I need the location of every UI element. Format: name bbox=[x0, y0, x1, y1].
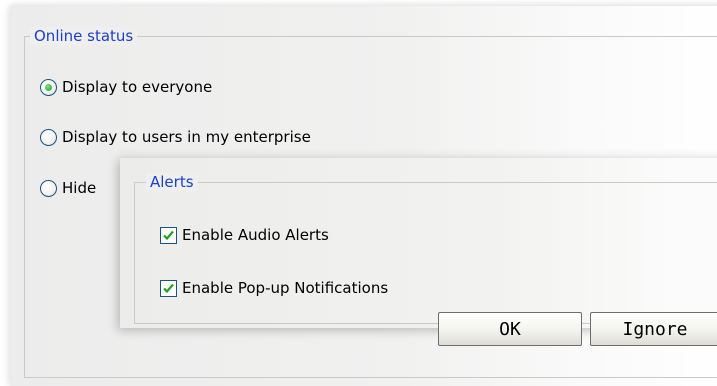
checkbox-label: Enable Audio Alerts bbox=[182, 226, 329, 244]
checkbox-checked-icon[interactable] bbox=[160, 279, 177, 297]
radio-label: Display to users in my enterprise bbox=[62, 128, 311, 146]
ok-button[interactable]: OK bbox=[438, 312, 582, 346]
ignore-button[interactable]: Ignore bbox=[590, 312, 717, 346]
checkbox-popup-notifications[interactable]: Enable Pop-up Notifications bbox=[160, 277, 388, 299]
radio-hide[interactable]: Hide bbox=[40, 177, 96, 199]
radio-label: Hide bbox=[62, 179, 97, 197]
radio-label: Display to everyone bbox=[62, 78, 213, 96]
online-status-legend: Online status bbox=[30, 27, 138, 45]
radio-display-enterprise[interactable]: Display to users in my enterprise bbox=[40, 126, 311, 148]
radio-selected-icon[interactable] bbox=[40, 78, 57, 96]
alerts-panel: Alerts Enable Audio Alerts Enable Pop-up… bbox=[120, 158, 717, 328]
alerts-legend: Alerts bbox=[146, 173, 198, 191]
checkbox-checked-icon[interactable] bbox=[160, 226, 177, 244]
alerts-group: Alerts bbox=[134, 173, 717, 324]
checkbox-label: Enable Pop-up Notifications bbox=[182, 279, 389, 297]
radio-display-everyone[interactable]: Display to everyone bbox=[40, 76, 212, 98]
radio-unselected-icon[interactable] bbox=[40, 179, 57, 197]
checkbox-audio-alerts[interactable]: Enable Audio Alerts bbox=[160, 224, 329, 246]
radio-unselected-icon[interactable] bbox=[40, 128, 57, 146]
